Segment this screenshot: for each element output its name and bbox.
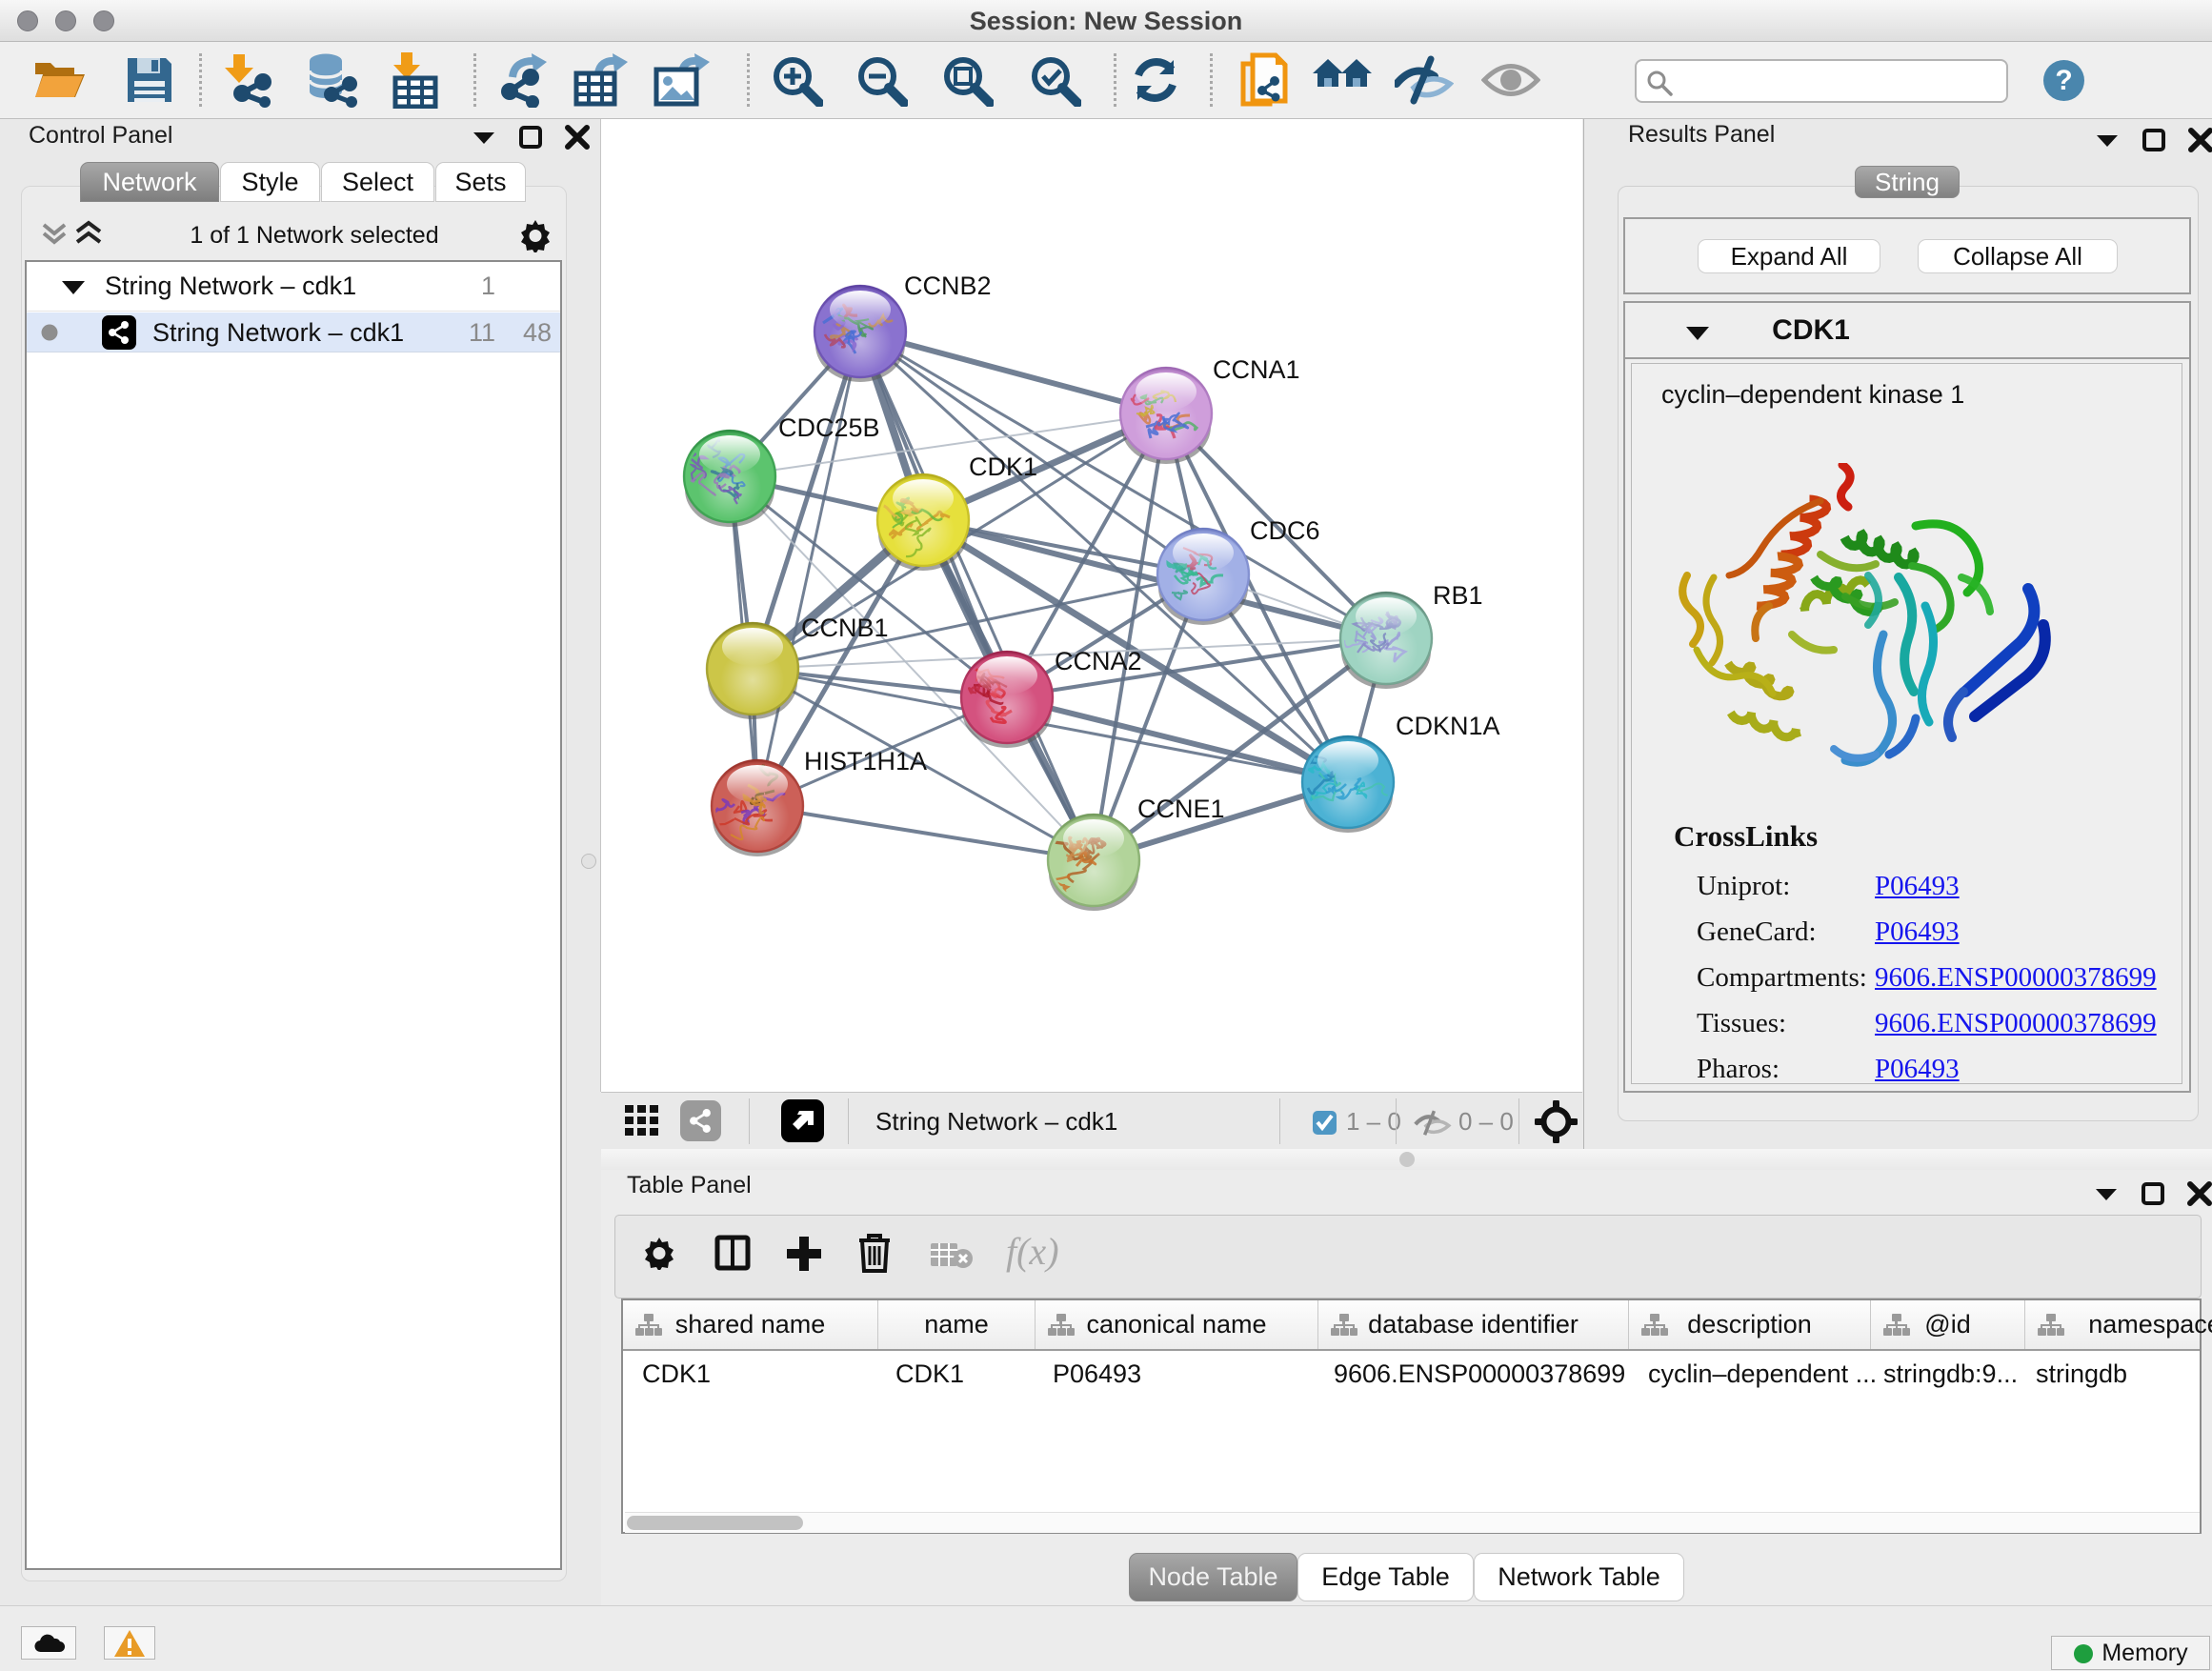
svg-text:CCNA2: CCNA2	[1055, 647, 1142, 675]
svg-text:HIST1H1A: HIST1H1A	[804, 747, 927, 775]
svg-text:CCNE1: CCNE1	[1137, 795, 1225, 823]
svg-text:CDK1: CDK1	[969, 453, 1037, 481]
svg-text:CDKN1A: CDKN1A	[1396, 712, 1500, 740]
svg-text:CDC25B: CDC25B	[778, 413, 880, 442]
svg-text:CCNB2: CCNB2	[904, 272, 992, 300]
svg-text:RB1: RB1	[1433, 581, 1483, 610]
svg-text:CDC6: CDC6	[1250, 516, 1320, 545]
svg-text:CCNA1: CCNA1	[1213, 355, 1300, 384]
svg-text:CCNB1: CCNB1	[801, 614, 889, 642]
